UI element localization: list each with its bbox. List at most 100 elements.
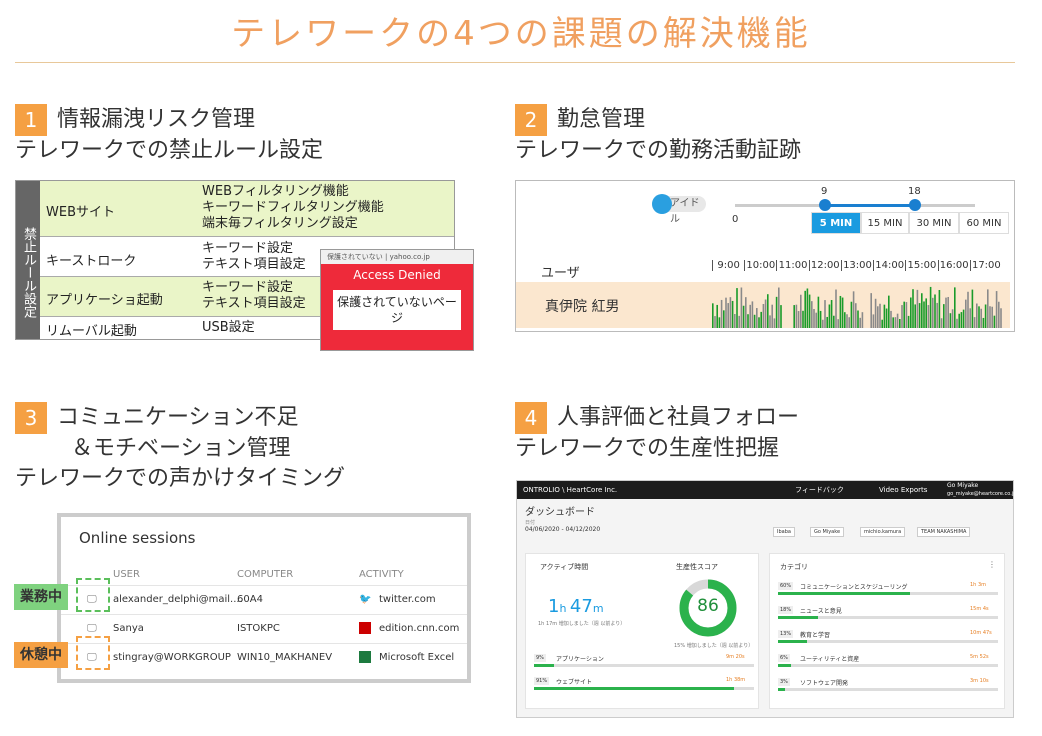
timeline-activity-bar <box>800 294 802 328</box>
timeline-activity-bar <box>742 305 745 328</box>
title-divider <box>15 62 1015 63</box>
category-bar-fill <box>778 688 785 691</box>
productivity-label: 生産性スコア <box>676 563 718 571</box>
rule-name: キーストローク <box>46 254 137 269</box>
timeline-activity-bar <box>1000 308 1002 328</box>
filter-chip[interactable]: michio.kamura <box>860 527 906 537</box>
date-range-picker[interactable]: 04/06/2020 - 04/12/2020 <box>525 526 600 533</box>
timeline-activity-bar <box>828 304 831 328</box>
timeline-activity-bar <box>967 291 969 328</box>
category-time: 5m 52s <box>970 654 989 660</box>
dashboard-panel: ONTROLIO \ HeartCore Inc. フィードバック Video … <box>516 480 1017 718</box>
activity-bar-fill <box>534 687 735 690</box>
timeline-activity-bar <box>969 308 971 328</box>
zoom-15min[interactable]: 15 MIN <box>861 212 909 234</box>
rule-setting: WEBフィルタリング機能 <box>202 184 349 199</box>
filter-chip[interactable]: Ibaba <box>773 527 795 537</box>
timeline-activity-bar <box>976 303 978 328</box>
timeline-activity-bar <box>773 318 776 328</box>
rule-name: リムーバル起動 <box>46 324 137 339</box>
timeline-activity-bar <box>892 317 894 328</box>
timeline-activity-bar <box>894 317 897 328</box>
session-row[interactable]: 🖵 stingray@WORKGROUP WIN10_MAKHANEV Micr… <box>61 643 467 672</box>
computer-icon: 🖵 <box>87 623 97 634</box>
status-badge-break: 休憩中 <box>14 642 68 668</box>
active-time-value: 1h 47m <box>548 596 604 617</box>
timeline-hour-label: 9:00 <box>712 260 744 271</box>
timeline-activity-bar <box>993 315 996 328</box>
timeline-activity-bar <box>980 308 982 328</box>
timeline-activity-bar <box>960 312 963 328</box>
slider-end-label: 18 <box>908 186 921 197</box>
category-bar-track <box>778 592 998 595</box>
timeline-activity-bar <box>987 289 989 328</box>
user-column-header: ユーザ <box>541 266 580 281</box>
timeline-activity-bar <box>923 301 925 328</box>
filter-chip[interactable]: TEAM NAKASHIMA <box>917 527 971 537</box>
more-options-icon[interactable]: ⋮ <box>988 560 996 569</box>
activity-time: 9m 20s <box>726 654 745 660</box>
timeline-activity-bar <box>938 289 941 328</box>
video-exports-link[interactable]: Video Exports <box>879 481 927 499</box>
timeline-activity-bar <box>989 306 991 328</box>
slider-start-handle[interactable] <box>819 199 831 211</box>
timeline-activity-bar <box>978 306 980 328</box>
timeline-activity-bar <box>956 318 958 328</box>
timeline-activity-bar <box>848 317 850 328</box>
user-menu-email: go_miyake@heartcore.co.jp <box>947 491 1017 497</box>
timeline-activity-bar <box>780 305 782 328</box>
timeline-activity-bar <box>982 317 985 328</box>
idle-toggle-knob[interactable] <box>652 194 672 214</box>
rule-setting: キーワードフィルタリング機能 <box>202 200 384 215</box>
session-computer: ISTOKPC <box>237 623 280 634</box>
category-pct: 3% <box>778 678 790 686</box>
category-bar-track <box>778 688 998 691</box>
session-user: stingray@WORKGROUP <box>113 652 231 663</box>
zoom-5min[interactable]: 5 MIN <box>811 212 861 234</box>
session-row[interactable]: 🖵 alexander_delphi@mail.... 60A4 🐦 twitt… <box>61 585 467 614</box>
timeline-activity-bar <box>910 297 912 328</box>
timeline-activity-bar <box>767 294 769 328</box>
timeline-activity-bar <box>883 304 886 328</box>
timeline-activity-bar <box>841 297 844 328</box>
timeline-activity-bar <box>769 315 771 328</box>
timeline-activity-bar <box>995 291 998 328</box>
timeline-activity-bar <box>830 300 833 328</box>
section-2-header: 2 勤怠管理 テレワークでの勤務活動証跡 <box>515 104 801 166</box>
section-1-header: 1 情報漏洩リスク管理 テレワークでの禁止ルール設定 <box>15 104 323 166</box>
zoom-30min[interactable]: 30 MIN <box>909 212 959 234</box>
timeline-activity-bar <box>745 297 747 328</box>
timeline-activity-bar <box>819 310 822 328</box>
date-label: 日付 <box>525 520 536 526</box>
slider-end-handle[interactable] <box>909 199 921 211</box>
feedback-link[interactable]: フィードバック <box>795 481 844 499</box>
filter-chip[interactable]: Go Miyake <box>810 527 845 537</box>
category-time: 10m 47s <box>970 630 992 636</box>
timeline-activity-bar <box>802 310 804 328</box>
active-time-label: アクティブ時間 <box>540 563 589 571</box>
session-activity: edition.cnn.com <box>379 623 460 634</box>
timeline-activity-bar <box>723 310 725 328</box>
zoom-60min[interactable]: 60 MIN <box>959 212 1009 234</box>
timeline-activity-bar <box>855 303 857 328</box>
timeline-activity-bar <box>756 308 758 328</box>
timeline-hour-label: 13:00 <box>840 260 873 271</box>
session-computer: 60A4 <box>237 594 263 605</box>
cnn-icon <box>359 622 371 634</box>
timeline-hour-label: 17:00 <box>969 260 1002 271</box>
timeline-activity-bar <box>973 317 976 328</box>
section-subtitle: テレワークでの生産性把握 <box>515 436 780 461</box>
timeline-activity-bar <box>925 298 927 328</box>
timeline-activity-bar <box>962 309 965 328</box>
timeline-activity-bar <box>815 312 817 328</box>
session-row[interactable]: 🖵 Sanya ISTOKPC edition.cnn.com <box>61 614 467 643</box>
timeline-activity-bar <box>857 310 859 328</box>
active-hours: 1 <box>548 596 560 617</box>
session-user: alexander_delphi@mail.... <box>113 594 243 605</box>
rule-setting: テキスト項目設定 <box>202 257 306 272</box>
slider-start-label: 9 <box>821 186 828 197</box>
timeline-activity-bar <box>877 306 879 328</box>
timeline-activity-bar <box>760 311 762 328</box>
timeline-activity-bar <box>804 290 806 328</box>
timeline-activity-bar <box>896 313 899 328</box>
